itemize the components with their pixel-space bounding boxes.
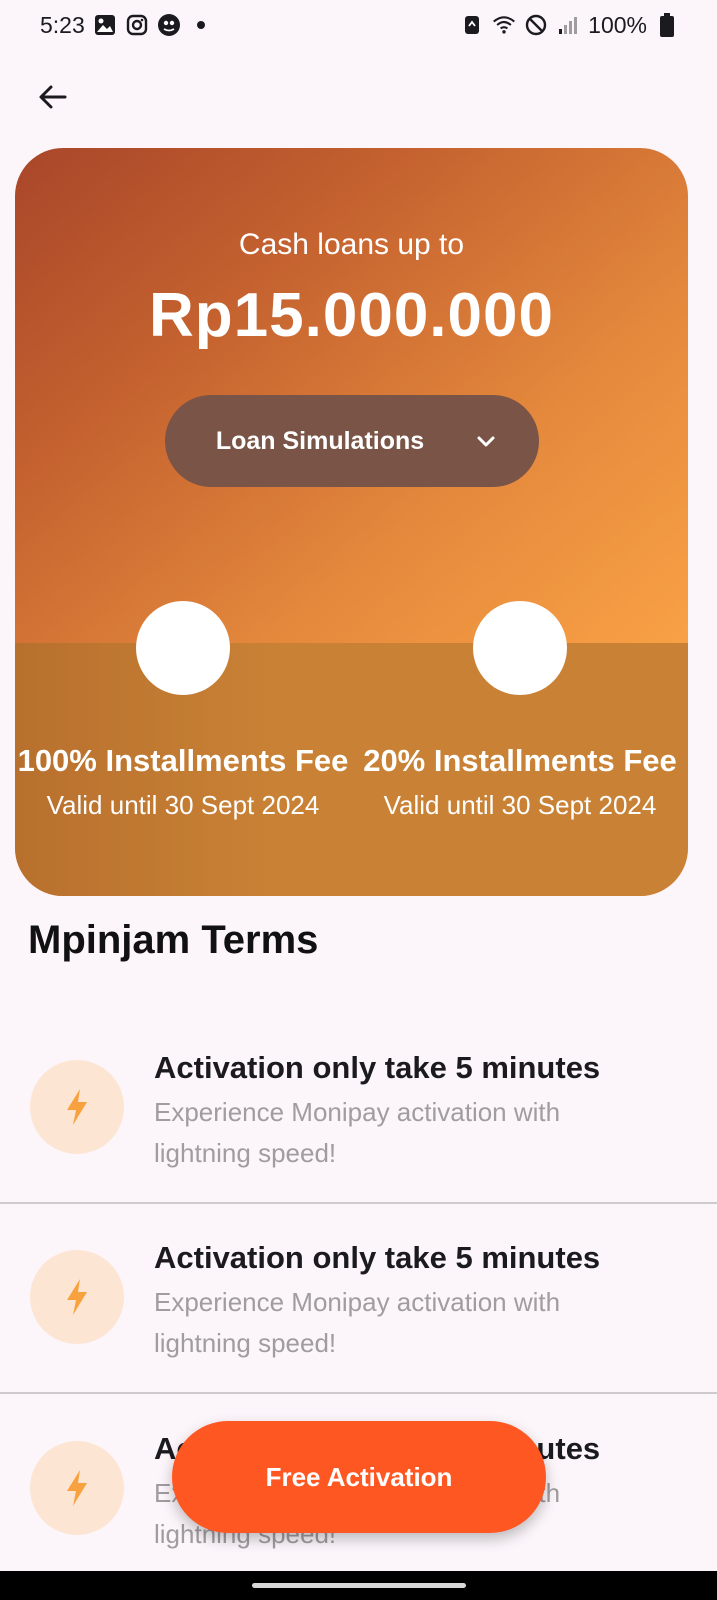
terms-heading: Mpinjam Terms xyxy=(28,918,319,962)
home-gesture-handle[interactable] xyxy=(251,1583,466,1588)
battery-percent: 100% xyxy=(588,11,647,38)
term-title: Activation only take 5 minutes xyxy=(154,1050,601,1085)
back-button[interactable] xyxy=(28,72,78,122)
battery-icon xyxy=(655,13,679,37)
hero-subtitle: Cash loans up to xyxy=(238,228,465,261)
app-icon xyxy=(157,13,181,37)
promo-icon-circle xyxy=(473,601,567,695)
term-description: Experience Monipay activation with light… xyxy=(154,1287,561,1358)
navigation-bar xyxy=(0,1571,717,1600)
free-activation-button[interactable]: Free Activation xyxy=(172,1421,546,1533)
status-time: 5:23 xyxy=(40,11,85,38)
gallery-icon xyxy=(93,13,117,37)
do-not-disturb-icon xyxy=(524,13,548,37)
status-bar: 5:23 100% xyxy=(0,0,717,50)
promo-title: 20% Installments Fee xyxy=(363,743,677,778)
lightning-icon xyxy=(30,1060,124,1154)
promo-item: 20% Installments Fee Valid until 30 Sept… xyxy=(352,601,688,826)
back-arrow-icon xyxy=(39,85,67,109)
promo-validity: Valid until 30 Sept 2024 xyxy=(46,790,320,820)
signal-icon xyxy=(556,13,580,37)
free-activation-label: Free Activation xyxy=(265,1461,453,1492)
instagram-icon xyxy=(125,13,149,37)
promo-item: 100% Installments Fee Valid until 30 Sep… xyxy=(15,601,351,826)
promo-validity: Valid until 30 Sept 2024 xyxy=(383,790,657,820)
divider xyxy=(0,1202,717,1204)
wifi-icon xyxy=(492,13,516,37)
status-left: 5:23 xyxy=(40,12,205,39)
notification-dot-icon xyxy=(196,21,205,29)
sync-icon xyxy=(460,13,484,37)
status-right: 100% xyxy=(460,12,679,39)
lightning-icon xyxy=(30,1250,124,1344)
term-description: Experience Monipay activation with light… xyxy=(154,1097,561,1168)
chevron-down-icon xyxy=(477,436,495,447)
term-item: Activation only take 5 minutes Experienc… xyxy=(0,1030,717,1220)
loan-simulations-button[interactable]: Loan Simulations xyxy=(165,395,539,487)
lightning-icon xyxy=(30,1441,124,1535)
promo-title: 100% Installments Fee xyxy=(17,743,349,778)
divider xyxy=(0,1392,717,1394)
loan-simulations-label: Loan Simulations xyxy=(215,426,425,455)
term-title: Activation only take 5 minutes xyxy=(154,1240,601,1275)
term-item: Activation only take 5 minutes Experienc… xyxy=(0,1220,717,1410)
loan-amount: Rp15.000.000 xyxy=(149,281,554,350)
promo-icon-circle xyxy=(136,601,230,695)
loan-hero-card: Cash loans up to Rp15.000.000 Loan Simul… xyxy=(15,148,688,896)
